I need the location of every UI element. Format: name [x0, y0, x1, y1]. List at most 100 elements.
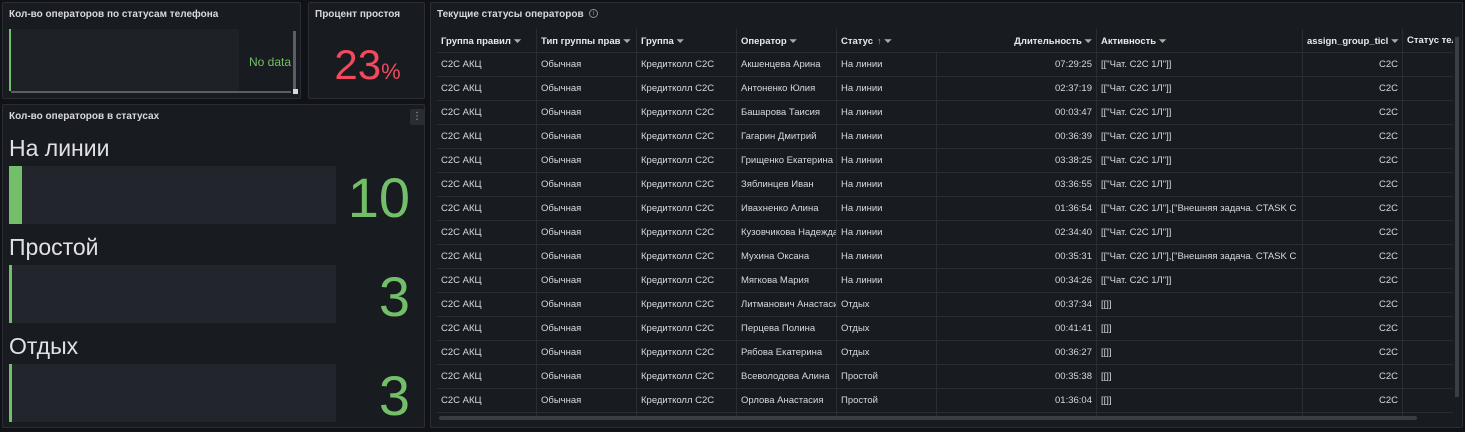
table-row[interactable]: C2C АКЦ Обычная Кредитколл C2C Кузовчикова … — [437, 221, 1453, 245]
column-header-label: Статус — [841, 36, 874, 47]
table-cell: C2C — [1303, 53, 1403, 77]
column-header[interactable]: Группа ⏷ — [637, 29, 737, 53]
vertical-scrollbar[interactable] — [293, 31, 296, 89]
table-cell: Отдых — [837, 317, 937, 341]
table-cell — [1403, 341, 1453, 365]
table-cell: C2C АКЦ — [437, 125, 537, 149]
column-header[interactable]: assign_group_ticl ⏷ — [1303, 29, 1403, 53]
table-cell: На линии — [837, 245, 937, 269]
filter-icon[interactable]: ⏷ — [1391, 29, 1398, 53]
gauge-fill — [9, 364, 13, 422]
column-header[interactable]: Оператор ⏷ — [737, 29, 837, 53]
table-row[interactable]: C2C АКЦ Обычная Кредитколл C2C Мягкова Мари… — [437, 269, 1453, 293]
column-header-label: Активность — [1101, 36, 1157, 47]
table-row[interactable]: C2C АКЦ Обычная Кредитколл C2C Литманович А… — [437, 293, 1453, 317]
table-cell: [["Чат. C2C 1Л"]] — [1097, 221, 1303, 245]
table-cell: Обычная — [537, 221, 637, 245]
panel-title: Кол-во операторов по статусам телефона — [9, 9, 219, 20]
table-row[interactable]: C2C АКЦ Обычная Кредитколл C2C Акшенцева Ар… — [437, 53, 1453, 77]
filter-icon[interactable]: ⏷ — [1159, 29, 1166, 53]
table-cell: На линии — [837, 101, 937, 125]
table-cell — [1403, 293, 1453, 317]
table-cell: 02:37:19 — [997, 77, 1097, 101]
table-row[interactable]: C2C АКЦ Обычная Кредитколл C2C Гагарин Дмит… — [437, 125, 1453, 149]
table-cell: Кредитколл C2C — [637, 245, 737, 269]
horizontal-scrollbar[interactable] — [439, 416, 1417, 420]
table-cell: C2C АКЦ — [437, 389, 537, 413]
table-cell — [1403, 77, 1453, 101]
table-cell: [["Чат. C2C 1Л"]] — [1097, 53, 1303, 77]
filter-icon[interactable]: ⏷ — [514, 29, 521, 53]
table-cell: Акшенцева Арина — [737, 53, 837, 77]
gauge-value-rest: 3 — [378, 364, 410, 427]
column-header[interactable]: Тип группы прав ⏷ — [537, 29, 637, 53]
table-cell: C2C АКЦ — [437, 341, 537, 365]
table-cell: 00:41:41 — [997, 317, 1097, 341]
table-cell: 00:36:39 — [997, 125, 1097, 149]
sort-ascending-icon[interactable]: ↑ — [877, 29, 882, 53]
filter-icon[interactable]: ⏷ — [623, 29, 630, 53]
table-row[interactable]: C2C АКЦ Обычная Кредитколл C2C Антоненко Юл… — [437, 77, 1453, 101]
table-cell: Обычная — [537, 341, 637, 365]
gauge-bar-rest — [9, 364, 336, 422]
table-cell: C2C — [1303, 101, 1403, 125]
table-cell — [1403, 53, 1453, 77]
column-header[interactable]: Группа правил ⏷ — [437, 29, 537, 53]
table-cell: [["Чат. C2C 1Л"]] — [1097, 125, 1303, 149]
table-cell: Гагарин Дмитрий — [737, 125, 837, 149]
table-cell: Кредитколл C2C — [637, 53, 737, 77]
table-row[interactable]: C2C АКЦ Обычная Кредитколл C2C Орлова Анаст… — [437, 389, 1453, 413]
gauge-label-rest: Отдых — [9, 333, 79, 359]
filter-icon[interactable]: ⏷ — [885, 29, 892, 53]
table-cell: Кредитколл C2C — [637, 125, 737, 149]
table-cell: C2C — [1303, 125, 1403, 149]
gauge-bar-idle — [9, 265, 336, 323]
info-icon[interactable]: i — [589, 9, 598, 18]
table-cell: C2C АКЦ — [437, 221, 537, 245]
table-cell: На линии — [837, 77, 937, 101]
column-header[interactable]: Длительность ⏷ — [997, 29, 1097, 53]
table-row[interactable]: C2C АКЦ Обычная Кредитколл C2C Всеволодова … — [437, 365, 1453, 389]
column-header-label: assign_group_ticl — [1307, 36, 1389, 47]
table-row[interactable]: C2C АКЦ Обычная Кредитколл C2C Зяблинцев Ив… — [437, 173, 1453, 197]
table-cell: Простой — [837, 365, 937, 389]
table-cell: 07:29:25 — [997, 53, 1097, 77]
table-cell: [["Чат. C2C 1Л"]] — [1097, 149, 1303, 173]
table-cell: Кредитколл C2C — [637, 269, 737, 293]
table-cell — [1403, 365, 1453, 389]
panel-menu-icon[interactable]: ⋮ — [410, 109, 424, 125]
resize-handle[interactable] — [293, 89, 298, 94]
table-row[interactable]: C2C АКЦ Обычная Кредитколл C2C Мухина Оксан… — [437, 245, 1453, 269]
vertical-scrollbar[interactable] — [1455, 37, 1459, 397]
table-cell: Грищенко Екатерина — [737, 149, 837, 173]
table-cell: [["Чат. C2C 1Л"]] — [1097, 173, 1303, 197]
filter-icon[interactable]: ⏷ — [1085, 29, 1092, 53]
table-cell: Обычная — [537, 77, 637, 101]
table-row[interactable]: C2C АКЦ Обычная Кредитколл C2C Башарова Таи… — [437, 101, 1453, 125]
horizontal-scrollbar[interactable] — [11, 91, 291, 93]
operators-table-panel: Текущие статусы операторов i Группа прав… — [430, 2, 1463, 428]
table-cell: C2C — [1303, 197, 1403, 221]
table-cell: На линии — [837, 221, 937, 245]
table-row[interactable]: C2C АКЦ Обычная Кредитколл C2C Грищенко Ека… — [437, 149, 1453, 173]
table-row[interactable]: C2C АКЦ Обычная Кредитколл C2C Перцева Поли… — [437, 317, 1453, 341]
table-cell: Обычная — [537, 101, 637, 125]
table-cell: Обычная — [537, 365, 637, 389]
table-header: Группа правил ⏷ Тип группы прав ⏷ Группа ⏷ Опе… — [437, 29, 1453, 53]
idle-percent-stat: 23% — [309, 41, 424, 89]
column-header[interactable]: Активность ⏷ — [1097, 29, 1303, 53]
column-header[interactable]: Статус теле — [1403, 29, 1453, 53]
table-cell: На линии — [837, 197, 937, 221]
table-cell: Антоненко Юлия — [737, 77, 837, 101]
table-cell: Обычная — [537, 149, 637, 173]
filter-icon[interactable]: ⏷ — [677, 29, 684, 53]
table-row[interactable]: C2C АКЦ Обычная Кредитколл C2C Ивахненко Ал… — [437, 197, 1453, 221]
gauge-fill — [9, 265, 13, 323]
idle-percent-panel: Процент простоя 23% — [308, 2, 425, 99]
table-cell: 03:36:55 — [997, 173, 1097, 197]
table-row[interactable]: C2C АКЦ Обычная Кредитколл C2C Рябова Екате… — [437, 341, 1453, 365]
table-cell: На линии — [837, 173, 937, 197]
table-cell: 02:34:40 — [997, 221, 1097, 245]
table-cell: Кредитколл C2C — [637, 221, 737, 245]
filter-icon[interactable]: ⏷ — [790, 29, 797, 53]
